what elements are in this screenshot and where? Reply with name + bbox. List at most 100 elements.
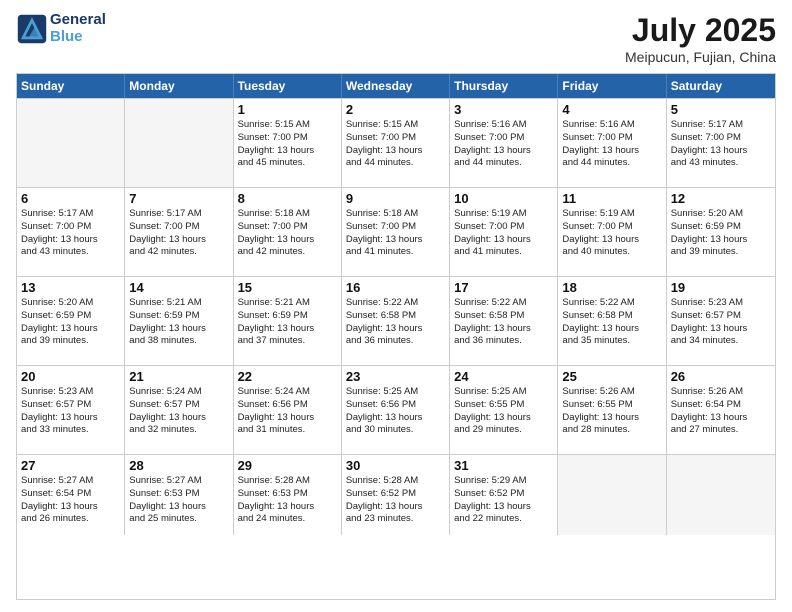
- cell-day-number: 5: [671, 102, 771, 117]
- cell-day-number: 16: [346, 280, 445, 295]
- calendar-cell: 29 Sunrise: 5:28 AMSunset: 6:53 PMDayligh…: [234, 455, 342, 535]
- cell-day-number: 29: [238, 458, 337, 473]
- calendar-cell: 17Sunrise: 5:22 AMSunset: 6:58 PMDayligh…: [450, 277, 558, 365]
- logo-text: General Blue: [50, 12, 106, 45]
- calendar-cell: 1Sunrise: 5:15 AMSunset: 7:00 PMDaylight…: [234, 99, 342, 187]
- calendar-cell: 27Sunrise: 5:27 AMSunset: 6:54 PMDayligh…: [17, 455, 125, 535]
- cell-daylight-info: Sunrise: 5:21 AMSunset: 6:59 PMDaylight:…: [238, 297, 337, 348]
- calendar-row: 13 Sunrise: 5:20 AMSunset: 6:59 PMDayligh…: [17, 276, 775, 365]
- cell-daylight-info: Sunrise: 5:29 AMSunset: 6:52 PMDaylight:…: [454, 475, 553, 526]
- cell-daylight-info: Sunrise: 5:15 AMSunset: 7:00 PMDaylight:…: [238, 119, 337, 170]
- cell-day-number: 13: [21, 280, 120, 295]
- weekday-header: Thursday: [450, 74, 558, 98]
- cell-daylight-info: Sunrise: 5:20 AMSunset: 6:59 PMDaylight:…: [21, 297, 120, 348]
- calendar-row: 6Sunrise: 5:17 AMSunset: 7:00 PMDaylight…: [17, 187, 775, 276]
- calendar-cell: 9 Sunrise: 5:18 AMSunset: 7:00 PMDaylight…: [342, 188, 450, 276]
- calendar-cell: 3 Sunrise: 5:16 AMSunset: 7:00 PMDaylight…: [450, 99, 558, 187]
- calendar-cell: 15 Sunrise: 5:21 AMSunset: 6:59 PMDayligh…: [234, 277, 342, 365]
- weekday-header: Tuesday: [234, 74, 342, 98]
- cell-daylight-info: Sunrise: 5:22 AMSunset: 6:58 PMDaylight:…: [562, 297, 661, 348]
- cell-daylight-info: Sunrise: 5:19 AMSunset: 7:00 PMDaylight:…: [454, 208, 553, 259]
- cell-daylight-info: Sunrise: 5:16 AMSunset: 7:00 PMDaylight:…: [562, 119, 661, 170]
- month-year: July 2025: [625, 12, 776, 49]
- cell-day-number: 30: [346, 458, 445, 473]
- cell-daylight-info: Sunrise: 5:19 AMSunset: 7:00 PMDaylight:…: [562, 208, 661, 259]
- cell-day-number: 8: [238, 191, 337, 206]
- cell-daylight-info: Sunrise: 5:18 AMSunset: 7:00 PMDaylight:…: [238, 208, 337, 259]
- calendar-cell: 25 Sunrise: 5:26 AMSunset: 6:55 PMDayligh…: [558, 366, 666, 454]
- cell-daylight-info: Sunrise: 5:28 AMSunset: 6:52 PMDaylight:…: [346, 475, 445, 526]
- calendar-cell: [667, 455, 775, 535]
- cell-daylight-info: Sunrise: 5:18 AMSunset: 7:00 PMDaylight:…: [346, 208, 445, 259]
- cell-day-number: 24: [454, 369, 553, 384]
- calendar-cell: 20Sunrise: 5:23 AMSunset: 6:57 PMDayligh…: [17, 366, 125, 454]
- calendar-cell: 4 Sunrise: 5:16 AMSunset: 7:00 PMDaylight…: [558, 99, 666, 187]
- cell-day-number: 15: [238, 280, 337, 295]
- logo-icon: [16, 13, 48, 45]
- calendar-cell: 6Sunrise: 5:17 AMSunset: 7:00 PMDaylight…: [17, 188, 125, 276]
- cell-daylight-info: Sunrise: 5:25 AMSunset: 6:55 PMDaylight:…: [454, 386, 553, 437]
- cell-day-number: 9: [346, 191, 445, 206]
- calendar-cell: 11 Sunrise: 5:19 AMSunset: 7:00 PMDayligh…: [558, 188, 666, 276]
- calendar-cell: 12 Sunrise: 5:20 AMSunset: 6:59 PMDayligh…: [667, 188, 775, 276]
- cell-day-number: 12: [671, 191, 771, 206]
- weekday-header: Wednesday: [342, 74, 450, 98]
- calendar-cell: 8 Sunrise: 5:18 AMSunset: 7:00 PMDaylight…: [234, 188, 342, 276]
- cell-daylight-info: Sunrise: 5:20 AMSunset: 6:59 PMDaylight:…: [671, 208, 771, 259]
- calendar-cell: 10 Sunrise: 5:19 AMSunset: 7:00 PMDayligh…: [450, 188, 558, 276]
- cell-daylight-info: Sunrise: 5:17 AMSunset: 7:00 PMDaylight:…: [129, 208, 228, 259]
- calendar-cell: 5 Sunrise: 5:17 AMSunset: 7:00 PMDaylight…: [667, 99, 775, 187]
- calendar-row: 1Sunrise: 5:15 AMSunset: 7:00 PMDaylight…: [17, 98, 775, 187]
- calendar-cell: 18Sunrise: 5:22 AMSunset: 6:58 PMDayligh…: [558, 277, 666, 365]
- cell-day-number: 4: [562, 102, 661, 117]
- cell-daylight-info: Sunrise: 5:22 AMSunset: 6:58 PMDaylight:…: [346, 297, 445, 348]
- cell-daylight-info: Sunrise: 5:27 AMSunset: 6:53 PMDaylight:…: [129, 475, 228, 526]
- calendar-cell: [558, 455, 666, 535]
- page: General Blue July 2025 Meipucun, Fujian,…: [0, 0, 792, 612]
- cell-daylight-info: Sunrise: 5:17 AMSunset: 7:00 PMDaylight:…: [21, 208, 120, 259]
- weekday-header: Friday: [558, 74, 666, 98]
- cell-daylight-info: Sunrise: 5:24 AMSunset: 6:56 PMDaylight:…: [238, 386, 337, 437]
- calendar-body: 1Sunrise: 5:15 AMSunset: 7:00 PMDaylight…: [17, 98, 775, 535]
- calendar-cell: 23Sunrise: 5:25 AMSunset: 6:56 PMDayligh…: [342, 366, 450, 454]
- cell-daylight-info: Sunrise: 5:24 AMSunset: 6:57 PMDaylight:…: [129, 386, 228, 437]
- calendar-cell: 21 Sunrise: 5:24 AMSunset: 6:57 PMDayligh…: [125, 366, 233, 454]
- cell-daylight-info: Sunrise: 5:26 AMSunset: 6:54 PMDaylight:…: [671, 386, 771, 437]
- cell-day-number: 26: [671, 369, 771, 384]
- calendar-cell: 19Sunrise: 5:23 AMSunset: 6:57 PMDayligh…: [667, 277, 775, 365]
- cell-day-number: 2: [346, 102, 445, 117]
- cell-daylight-info: Sunrise: 5:23 AMSunset: 6:57 PMDaylight:…: [21, 386, 120, 437]
- cell-day-number: 7: [129, 191, 228, 206]
- cell-daylight-info: Sunrise: 5:17 AMSunset: 7:00 PMDaylight:…: [671, 119, 771, 170]
- calendar-cell: 30 Sunrise: 5:28 AMSunset: 6:52 PMDayligh…: [342, 455, 450, 535]
- cell-daylight-info: Sunrise: 5:16 AMSunset: 7:00 PMDaylight:…: [454, 119, 553, 170]
- calendar-header: SundayMondayTuesdayWednesdayThursdayFrid…: [17, 74, 775, 98]
- cell-daylight-info: Sunrise: 5:26 AMSunset: 6:55 PMDaylight:…: [562, 386, 661, 437]
- cell-daylight-info: Sunrise: 5:15 AMSunset: 7:00 PMDaylight:…: [346, 119, 445, 170]
- weekday-header: Saturday: [667, 74, 775, 98]
- header: General Blue July 2025 Meipucun, Fujian,…: [16, 12, 776, 65]
- calendar-cell: 2 Sunrise: 5:15 AMSunset: 7:00 PMDaylight…: [342, 99, 450, 187]
- weekday-header: Sunday: [17, 74, 125, 98]
- weekday-header: Monday: [125, 74, 233, 98]
- cell-day-number: 3: [454, 102, 553, 117]
- cell-day-number: 11: [562, 191, 661, 206]
- calendar-cell: 26 Sunrise: 5:26 AMSunset: 6:54 PMDayligh…: [667, 366, 775, 454]
- cell-day-number: 31: [454, 458, 553, 473]
- calendar-cell: 16 Sunrise: 5:22 AMSunset: 6:58 PMDayligh…: [342, 277, 450, 365]
- cell-daylight-info: Sunrise: 5:21 AMSunset: 6:59 PMDaylight:…: [129, 297, 228, 348]
- calendar: SundayMondayTuesdayWednesdayThursdayFrid…: [16, 73, 776, 600]
- cell-day-number: 10: [454, 191, 553, 206]
- cell-day-number: 23: [346, 369, 445, 384]
- cell-day-number: 25: [562, 369, 661, 384]
- cell-day-number: 17: [454, 280, 553, 295]
- cell-day-number: 27: [21, 458, 120, 473]
- calendar-row: 20Sunrise: 5:23 AMSunset: 6:57 PMDayligh…: [17, 365, 775, 454]
- cell-day-number: 14: [129, 280, 228, 295]
- calendar-cell: [125, 99, 233, 187]
- cell-day-number: 28: [129, 458, 228, 473]
- logo: General Blue: [16, 12, 106, 45]
- cell-day-number: 21: [129, 369, 228, 384]
- calendar-cell: [17, 99, 125, 187]
- cell-daylight-info: Sunrise: 5:28 AMSunset: 6:53 PMDaylight:…: [238, 475, 337, 526]
